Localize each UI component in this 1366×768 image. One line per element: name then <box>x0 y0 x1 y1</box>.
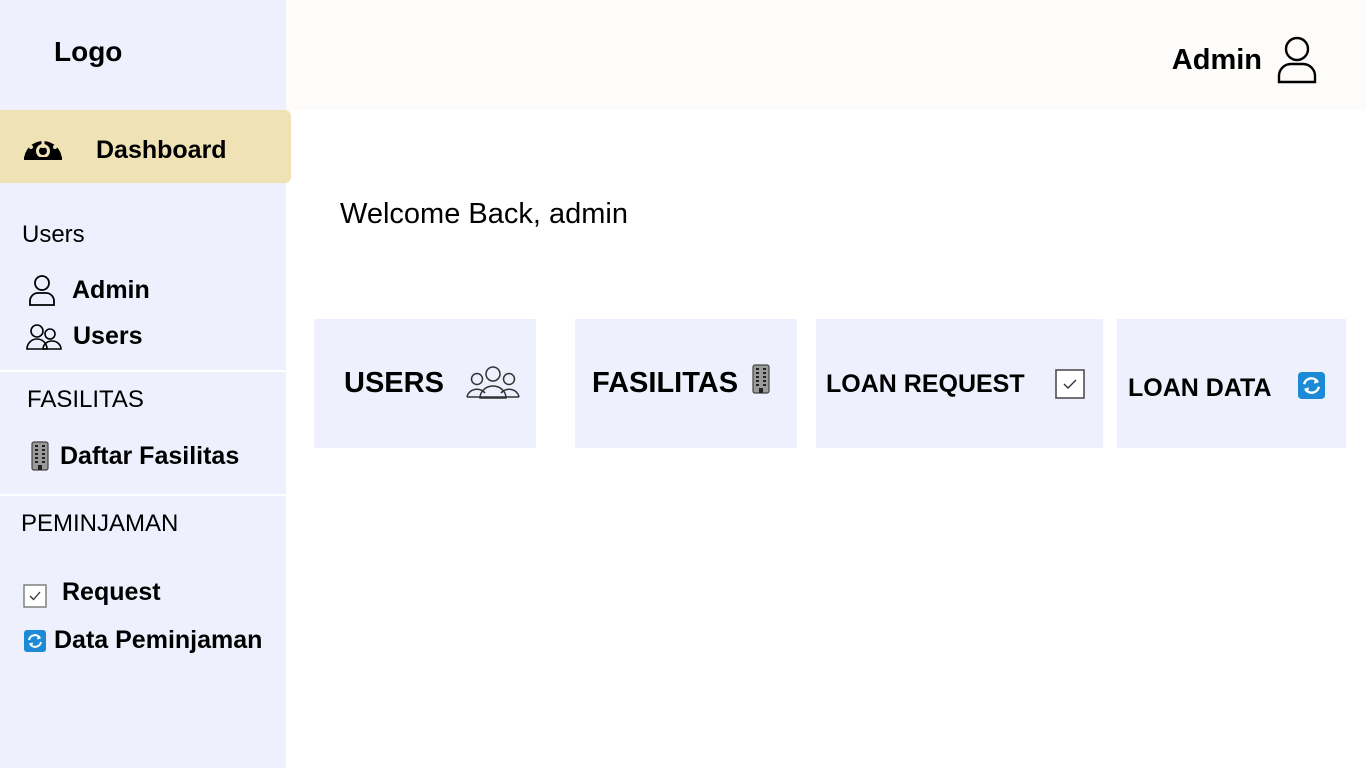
header-user-menu[interactable]: Admin <box>1172 36 1318 84</box>
dashboard-gauge-icon <box>24 136 62 160</box>
sidebar-item-users[interactable]: Users <box>26 322 143 351</box>
section-title-peminjaman: PEMINJAMAN <box>21 510 179 537</box>
sidebar-divider <box>0 370 286 372</box>
users-group-icon <box>466 366 520 399</box>
section-title-fasilitas: FASILITAS <box>27 386 144 413</box>
card-loan-request[interactable]: LOAN REQUEST <box>816 319 1103 448</box>
user-icon <box>29 275 55 306</box>
sidebar-item-admin[interactable]: Admin <box>28 274 150 306</box>
card-users[interactable]: USERS <box>314 319 536 448</box>
card-title: USERS <box>344 367 444 399</box>
sidebar-item-daftar-fasilitas[interactable]: Daftar Fasilitas <box>31 441 239 471</box>
card-fasilitas[interactable]: FASILITAS <box>575 319 797 448</box>
sidebar: Logo Dashboard Users Admin Users FASILIT… <box>0 0 291 768</box>
top-header: Admin <box>286 0 1366 110</box>
sidebar-item-data-peminjaman[interactable]: Data Peminjaman <box>24 626 262 655</box>
header-user-name: Admin <box>1171 43 1262 76</box>
card-title: LOAN REQUEST <box>826 370 1025 398</box>
checkbox-icon <box>1055 369 1085 399</box>
sidebar-item-label: Data Peminjaman <box>54 626 263 654</box>
checkbox-icon <box>23 584 47 608</box>
section-title-users: Users <box>22 221 85 248</box>
welcome-message: Welcome Back, admin <box>340 198 628 230</box>
card-loan-data[interactable]: LOAN DATA <box>1117 319 1346 448</box>
sidebar-item-label: Users <box>73 322 143 350</box>
user-icon <box>1277 36 1317 84</box>
card-title: LOAN DATA <box>1128 374 1272 402</box>
users-group-icon <box>26 323 62 350</box>
sidebar-item-dashboard[interactable]: Dashboard <box>0 110 291 183</box>
building-icon <box>752 364 770 394</box>
refresh-icon <box>1298 372 1325 399</box>
building-icon <box>31 441 49 471</box>
sidebar-item-label: Dashboard <box>96 136 227 164</box>
sidebar-divider <box>0 494 286 496</box>
sidebar-item-label: Daftar Fasilitas <box>60 441 240 470</box>
sidebar-item-request[interactable]: Request <box>23 576 161 608</box>
sidebar-item-label: Admin <box>72 275 150 304</box>
sidebar-item-label: Request <box>62 577 161 606</box>
refresh-icon <box>24 629 46 652</box>
logo[interactable]: Logo <box>54 36 122 68</box>
card-title: FASILITAS <box>592 367 739 399</box>
